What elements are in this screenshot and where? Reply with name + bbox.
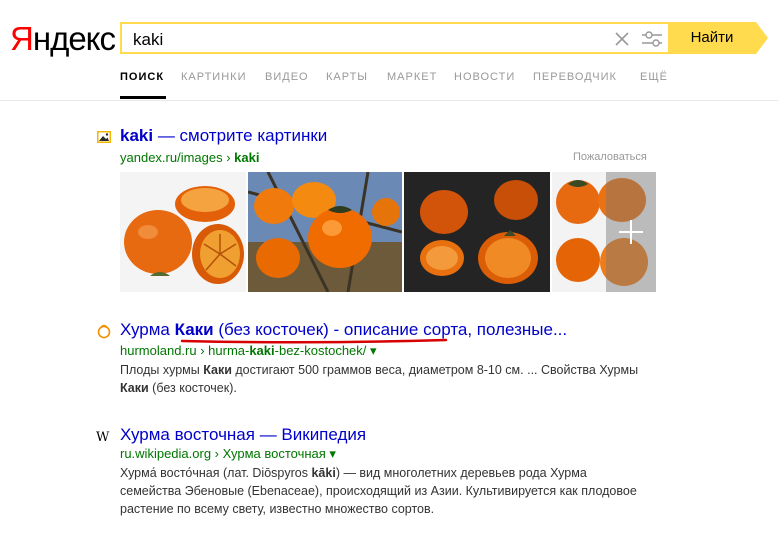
more-images-button[interactable] [606,172,656,292]
result-title-wikipedia[interactable]: Хурма восточная — Википедия [120,425,366,445]
tab-more[interactable]: ЕЩЁ [640,71,668,83]
images-icon [97,131,111,143]
plus-icon-vertical [630,220,632,244]
wikipedia-icon: W [96,430,110,444]
settings-icon[interactable] [640,29,664,49]
svg-text:W: W [96,430,110,444]
header: Яндекс kaki Найти ПОИСК КАРТИНКИ ВИДЕО К… [0,0,778,101]
search-input[interactable]: kaki [120,22,668,54]
tab-search[interactable]: ПОИСК [120,71,164,83]
yandex-logo[interactable]: Яндекс [10,20,116,58]
tab-video[interactable]: ВИДЕО [265,71,309,83]
tab-maps[interactable]: КАРТЫ [326,71,368,83]
result-snippet-hurmoland: Плоды хурмы Каки достигают 500 граммов в… [120,363,639,395]
favicon-persimmon-icon [97,324,111,339]
result-url-wikipedia[interactable]: ru.wikipedia.org › Хурма восточная ▾ [120,446,336,462]
active-tab-underline [120,96,166,99]
images-result-url[interactable]: yandex.ru/images › kaki [120,150,259,165]
images-result-title[interactable]: kaki — смотрите картинки [120,126,327,146]
tab-market[interactable]: МАРКЕТ [387,71,437,83]
complain-link[interactable]: Пожаловаться [573,151,647,163]
tab-images[interactable]: КАРТИНКИ [181,71,246,83]
result-url-hurmoland[interactable]: hurmoland.ru › hurma-kaki-bez-kostochek/… [120,343,377,359]
find-button[interactable]: Найти [668,22,768,54]
search-query[interactable]: kaki [133,30,163,50]
result-snippet-wikipedia: Хурма́ восто́чная (лат. Diōspyros kāki) … [120,466,637,516]
tab-translate[interactable]: ПЕРЕВОДЧИК [533,71,617,83]
tab-news[interactable]: НОВОСТИ [454,71,515,83]
thumbnail-persimmon-1[interactable] [120,172,246,292]
image-thumbnails [120,172,656,292]
clear-icon[interactable] [612,29,632,49]
logo-letter: Я [10,20,34,57]
logo-rest: ндекс [32,20,116,57]
thumbnail-persimmon-2[interactable] [248,172,402,292]
thumbnail-persimmon-3[interactable] [404,172,550,292]
